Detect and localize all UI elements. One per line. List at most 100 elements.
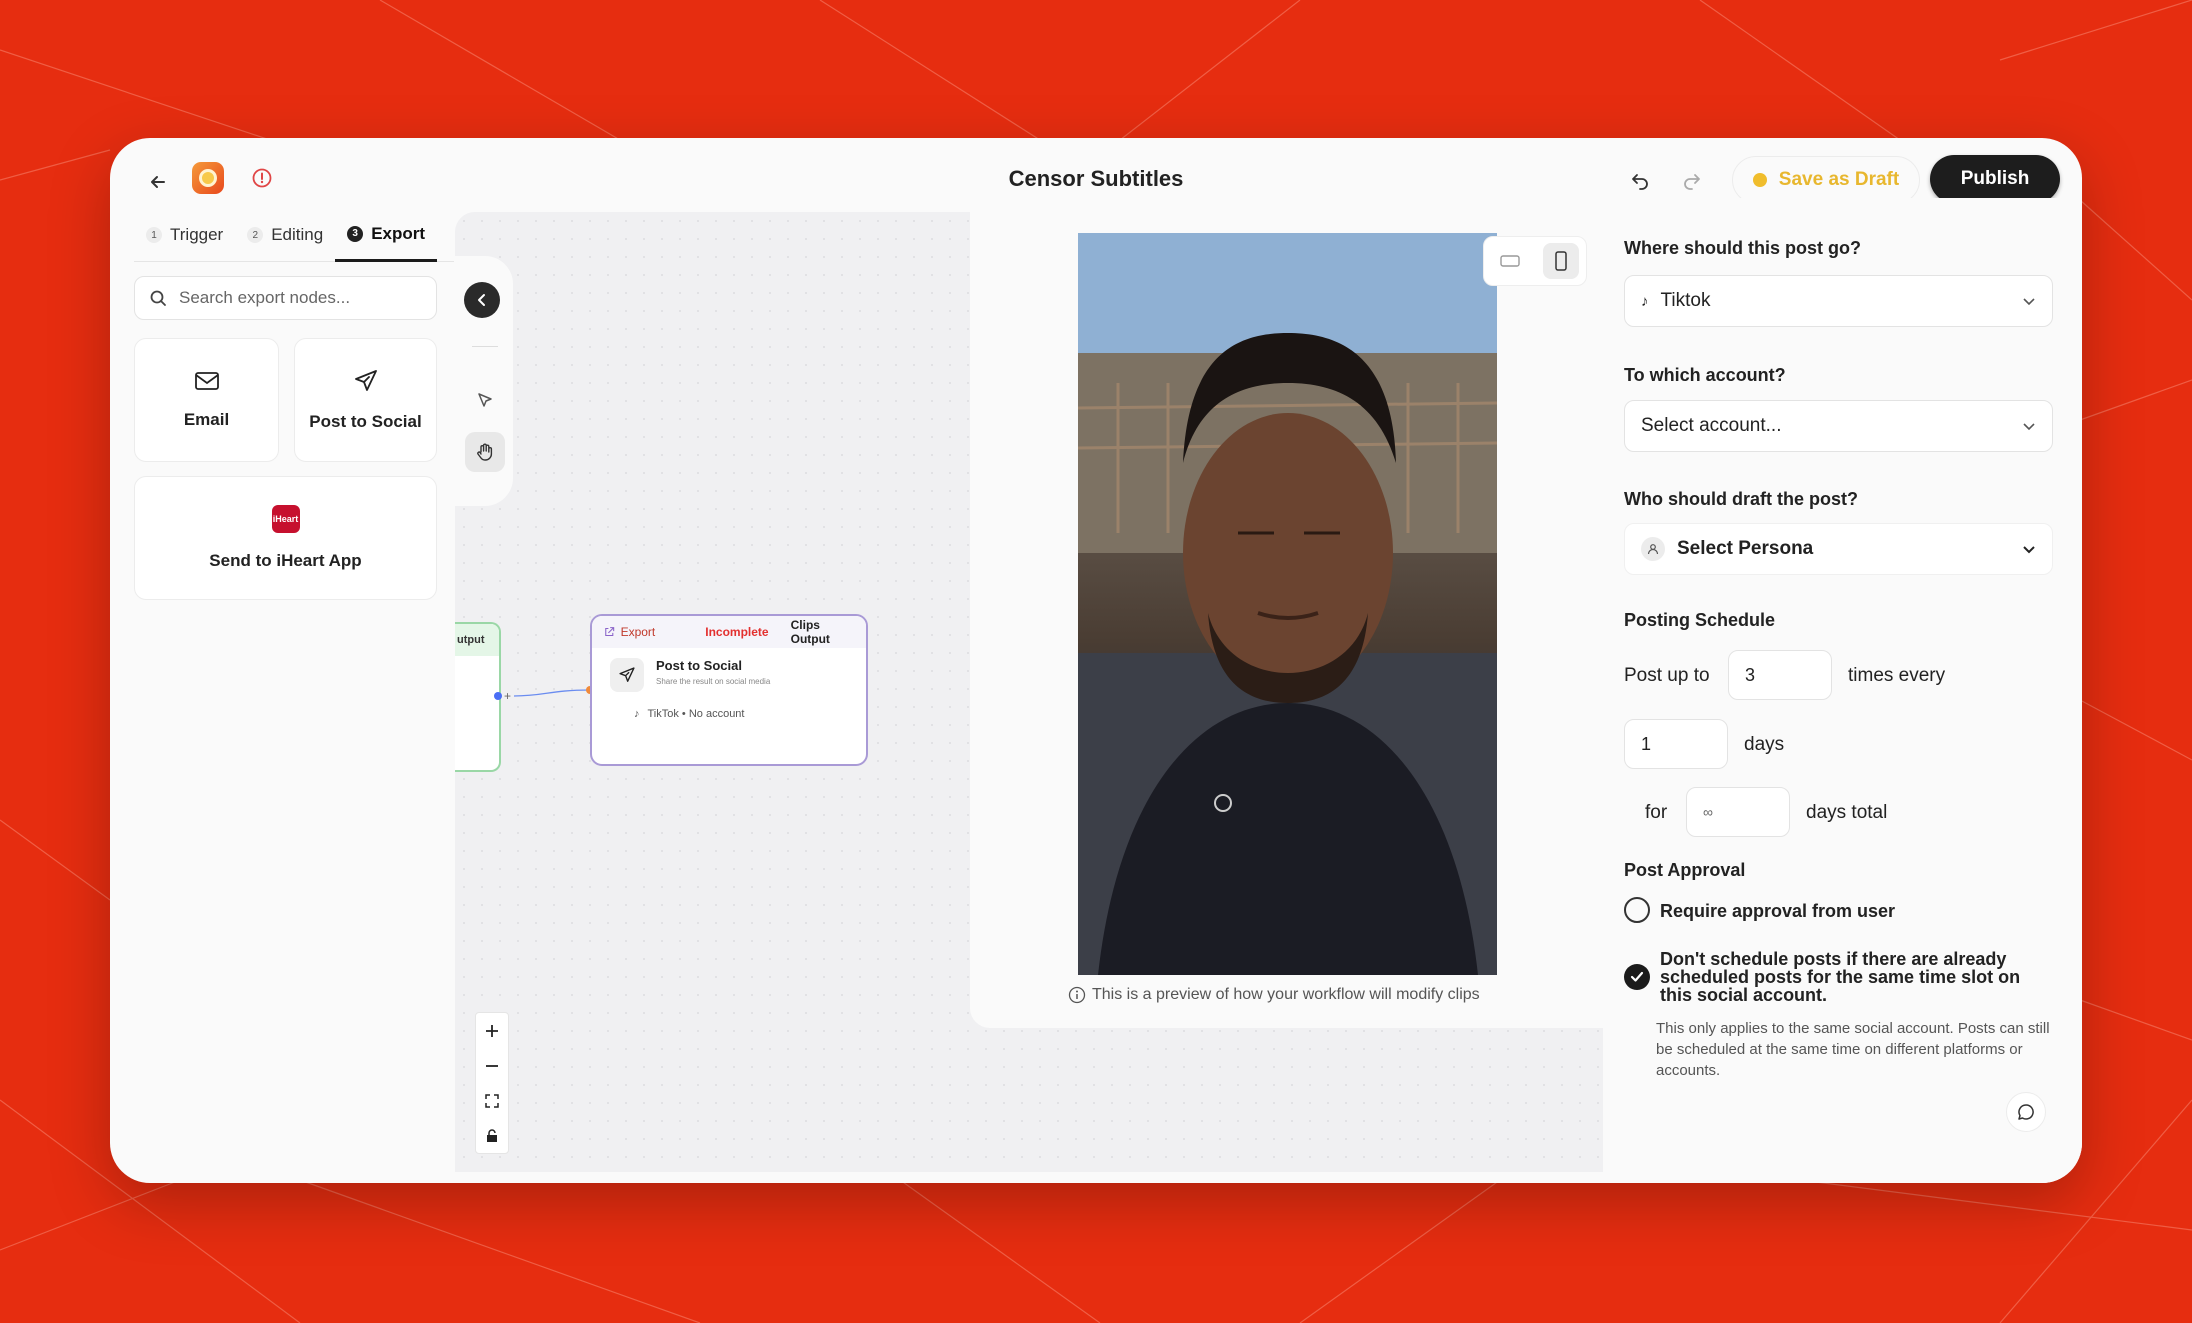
days-label: days (1744, 734, 1785, 755)
preview-note-text: This is a preview of how your workflow w… (1092, 986, 1480, 1003)
select-tool-button[interactable] (465, 380, 505, 420)
card-label: Post to Social (309, 412, 422, 431)
iheart-icon: iHeart (271, 505, 300, 533)
tab-editing[interactable]: 2 Editing (235, 208, 335, 262)
pan-tool-button[interactable] (465, 432, 505, 472)
post-to-social-node-card[interactable]: Post to Social (294, 338, 437, 462)
iheart-logo-text: iHeart (272, 514, 299, 524)
chevron-down-icon (2023, 423, 2035, 431)
tab-label: Export (371, 223, 426, 243)
chevron-left-icon (478, 294, 485, 306)
lock-button[interactable] (476, 1118, 508, 1153)
svg-text:+: + (504, 689, 511, 703)
orientation-toggle (1483, 236, 1587, 286)
tiktok-icon: ♪ (634, 708, 640, 720)
search-icon (150, 290, 166, 306)
plus-icon (486, 1024, 498, 1037)
cursor-icon (478, 393, 492, 407)
search-input[interactable] (179, 288, 419, 308)
node-account-line: ♪ TikTok • No account (592, 702, 866, 720)
dont-schedule-label: Don't schedule posts if there are alread… (1660, 949, 2021, 1005)
tab-number: 2 (247, 227, 264, 243)
draft-status-dot (1752, 173, 1767, 187)
require-approval-checkbox[interactable] (1624, 897, 1650, 923)
toolbar-divider (472, 346, 498, 347)
account-label: To which account? (1624, 365, 1786, 385)
preview-note: This is a preview of how your workflow w… (1068, 986, 1508, 1004)
iheart-node-card[interactable]: iHeart Send to iHeart App (134, 476, 437, 600)
edge-connector: + (494, 686, 594, 703)
persona-label: Who should draft the post? (1624, 489, 1858, 509)
node-header-label: utput (455, 624, 499, 656)
tab-export[interactable]: 3 Export (335, 208, 438, 262)
dont-schedule-help: This only applies to the same social acc… (1656, 1020, 2050, 1079)
minus-icon (486, 1064, 498, 1067)
portrait-button[interactable] (1542, 243, 1579, 279)
send-icon (610, 658, 644, 692)
lock-icon (487, 1128, 497, 1142)
card-label: Email (183, 410, 230, 429)
node-subtitle: Share the result on social media (656, 677, 771, 686)
export-node-header: Export Incomplete Clips Output (592, 616, 866, 648)
chat-button[interactable] (2006, 1092, 2046, 1132)
undo-button[interactable] (1620, 160, 1660, 200)
undo-icon (1632, 174, 1648, 190)
account-select[interactable]: Select account... (1624, 400, 2053, 452)
require-approval-label: Require approval from user (1660, 901, 1896, 921)
tab-label: Trigger (170, 225, 224, 244)
chevron-down-icon (2023, 298, 2035, 306)
user-icon (1641, 537, 1665, 561)
app-window: Censor Subtitles Save as Draft Publish 1… (110, 138, 2082, 1183)
check-icon (1630, 971, 1644, 982)
search-box[interactable] (134, 276, 437, 320)
redo-button[interactable] (1672, 160, 1712, 200)
export-node[interactable]: Export Incomplete Clips Output Post to S… (590, 614, 868, 766)
publish-button[interactable]: Publish (1930, 155, 2060, 203)
zoom-in-button[interactable] (476, 1013, 508, 1048)
mail-icon (194, 372, 219, 390)
card-label: Send to iHeart App (209, 551, 362, 570)
zoom-out-button[interactable] (476, 1048, 508, 1083)
persona-select[interactable]: Select Persona (1624, 523, 2053, 575)
post-up-to-label: Post up to (1624, 665, 1710, 686)
for-label: for (1645, 802, 1668, 823)
fullscreen-icon (485, 1093, 499, 1108)
chevron-down-icon (2023, 546, 2035, 554)
days-total-label: days total (1806, 802, 1888, 823)
node-type-label: Export (620, 625, 656, 639)
total-days-input[interactable]: ∞ (1686, 787, 1790, 837)
send-icon (354, 370, 377, 391)
approval-title: Post Approval (1624, 860, 1746, 880)
fit-view-button[interactable] (476, 1083, 508, 1118)
node-output-label: Clips Output (790, 618, 830, 646)
landscape-button[interactable] (1492, 243, 1528, 279)
portrait-icon (1554, 251, 1567, 271)
dont-schedule-checkbox[interactable] (1624, 964, 1650, 990)
zoom-controls (475, 1012, 509, 1154)
step-tabs: 1 Trigger 2 Editing 3 Export (134, 208, 454, 262)
info-icon (1068, 986, 1086, 1004)
account-value: Select account... (1641, 415, 1782, 436)
destination-value: Tiktok (1660, 290, 1711, 311)
schedule-title: Posting Schedule (1624, 610, 1776, 630)
collapse-panel-button[interactable] (464, 282, 500, 318)
tab-number: 1 (146, 227, 162, 243)
days-input[interactable]: 1 (1624, 719, 1728, 769)
tab-trigger[interactable]: 1 Trigger (134, 208, 235, 262)
destination-select[interactable]: ♪ Tiktok (1624, 275, 2053, 327)
redo-icon (1684, 174, 1700, 190)
save-draft-label: Save as Draft (1778, 169, 1900, 190)
destination-label: Where should this post go? (1624, 238, 1861, 258)
tiktok-icon: ♪ (1641, 292, 1649, 310)
status-badge: Incomplete (705, 625, 769, 639)
video-preview[interactable] (1078, 233, 1497, 975)
export-node-body: Post to Social Share the result on socia… (592, 648, 866, 702)
persona-value: Select Persona (1677, 538, 1814, 559)
node-account-text: TikTok • No account (647, 708, 745, 720)
video-frame (1078, 233, 1497, 975)
landscape-icon (1499, 255, 1520, 267)
chat-bubble-icon (2018, 1104, 2034, 1120)
email-node-card[interactable]: Email (134, 338, 279, 462)
times-input[interactable]: 3 (1728, 650, 1832, 700)
save-draft-button[interactable]: Save as Draft (1732, 156, 1920, 204)
